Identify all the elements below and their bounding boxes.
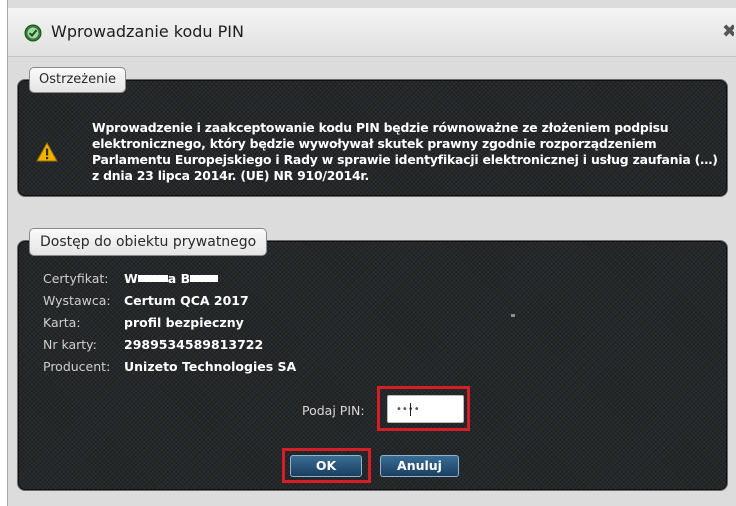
certificate-value: Wa B [124, 271, 219, 286]
warning-triangle-icon [36, 142, 58, 162]
certificate-label: Certyfikat: [43, 271, 109, 286]
warning-legend: Ostrzeżenie [29, 67, 126, 93]
card-value: profil bezpieczny [124, 315, 244, 330]
card-row: Karta: profil bezpieczny [43, 315, 244, 335]
producer-label: Producent: [43, 359, 111, 374]
close-icon[interactable]: ✖ [722, 21, 734, 42]
card-label: Karta: [43, 315, 81, 330]
cancel-button[interactable]: Anuluj [380, 455, 459, 477]
text-caret [410, 403, 411, 416]
certificate-row: Certyfikat: Wa B [43, 271, 219, 291]
title-bar: Wprowadzanie kodu PIN ✖ [8, 8, 736, 57]
card-number-label: Nr karty: [43, 337, 97, 352]
certificate-value-part2: a B [167, 271, 191, 286]
issuer-label: Wystawca: [43, 293, 111, 308]
certificate-value-part1: W [124, 271, 138, 286]
artifact-dot [511, 314, 515, 317]
pin-label: Podaj PIN: [302, 403, 365, 418]
redaction-bar [190, 275, 219, 282]
issuer-value: Certum QCA 2017 [124, 293, 249, 308]
warning-text: Wprowadzenie i zaakceptowanie kodu PIN b… [92, 120, 718, 183]
card-number-row: Nr karty: 2989534589813722 [43, 337, 263, 357]
producer-row: Producent: Unizeto Technologies SA [43, 359, 296, 379]
access-legend: Dostęp do obiektu prywatnego [29, 228, 268, 256]
card-number-value: 2989534589813722 [124, 337, 264, 352]
pin-input[interactable] [387, 395, 464, 423]
ok-button[interactable]: OK [290, 455, 362, 477]
window-title: Wprowadzanie kodu PIN [51, 22, 244, 41]
producer-value: Unizeto Technologies SA [124, 359, 297, 374]
app-check-icon [24, 24, 42, 42]
redaction-bar [137, 275, 168, 282]
issuer-row: Wystawca: Certum QCA 2017 [43, 293, 249, 313]
